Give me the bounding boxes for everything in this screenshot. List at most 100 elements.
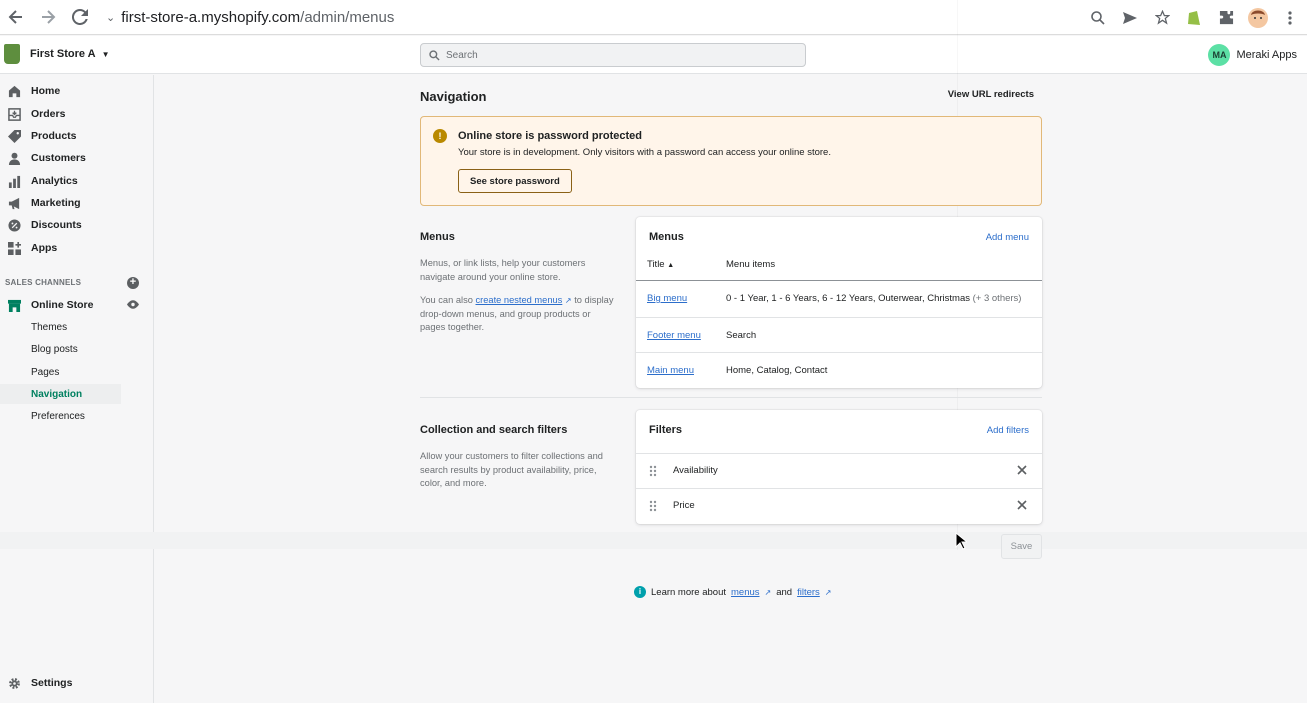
view-url-redirects-button[interactable]: View URL redirects: [948, 89, 1034, 100]
create-nested-menus-link[interactable]: create nested menus: [476, 295, 563, 305]
password-banner: ! Online store is password protected You…: [420, 116, 1042, 206]
sort-up-icon: ▲: [667, 262, 675, 269]
megaphone-icon: [7, 196, 21, 210]
external-link-icon: ↗: [764, 587, 772, 597]
list-item: Availability: [636, 453, 1042, 488]
sales-channels-header: SALES CHANNELS: [5, 278, 82, 287]
store-switcher[interactable]: First Store A ▼: [4, 44, 110, 64]
sidebar-sub-preferences[interactable]: Preferences: [31, 406, 85, 426]
back-icon[interactable]: [0, 1, 32, 33]
menus-card: Menus Add menu Title ▲ Menu items Big me…: [636, 217, 1042, 388]
add-menu-button[interactable]: Add menu: [986, 232, 1029, 243]
sidebar-item-apps[interactable]: Apps: [0, 237, 121, 259]
menus-section-title: Menus: [420, 231, 455, 243]
sidebar-sub-navigation[interactable]: Navigation: [0, 384, 121, 404]
browser-toolbar: ⌄ first-store-a.myshopify.com/admin/menu…: [0, 0, 1307, 35]
menus-card-title: Menus: [649, 231, 684, 243]
main-menu-link[interactable]: Main menu: [647, 365, 694, 376]
bookmark-star-icon[interactable]: [1151, 7, 1173, 29]
filters-section-desc: Allow your customers to filter collectio…: [420, 451, 603, 488]
user-menu[interactable]: MA Meraki Apps: [1208, 44, 1297, 66]
remove-filter-icon[interactable]: [1015, 498, 1029, 512]
search-input[interactable]: Search: [420, 43, 806, 67]
filters-card: Filters Add filters Availability Price: [636, 410, 1042, 524]
sidebar-item-marketing[interactable]: Marketing: [0, 192, 121, 214]
col-items-header: Menu items: [726, 259, 776, 270]
tag-icon: [7, 129, 21, 143]
shopify-extension-icon[interactable]: [1183, 7, 1205, 29]
gear-icon: [7, 676, 21, 690]
avatar: MA: [1208, 44, 1231, 66]
add-filters-button[interactable]: Add filters: [987, 425, 1029, 436]
sidebar: Home Orders Products Customers Analytics…: [0, 75, 154, 703]
person-icon: [7, 151, 21, 165]
sidebar-item-customers[interactable]: Customers: [0, 147, 121, 169]
list-item: Price: [636, 488, 1042, 523]
banner-text: Your store is in development. Only visit…: [458, 147, 831, 158]
warning-icon: !: [433, 129, 447, 143]
extensions-puzzle-icon[interactable]: [1215, 7, 1237, 29]
learn-more: i Learn more about menus ↗ and filters ↗: [634, 586, 831, 598]
shopify-logo-icon: [4, 44, 20, 64]
admin-topbar: First Store A ▼ Search MA Meraki Apps: [0, 36, 1307, 74]
drag-handle-icon[interactable]: [649, 500, 657, 512]
sidebar-item-products[interactable]: Products: [0, 125, 121, 147]
remove-filter-icon[interactable]: [1015, 463, 1029, 477]
sidebar-sub-blog-posts[interactable]: Blog posts: [31, 339, 78, 359]
sidebar-item-orders[interactable]: Orders: [0, 103, 121, 125]
kebab-menu-icon[interactable]: [1279, 7, 1301, 29]
orders-icon: [7, 107, 21, 121]
footer-menu-link[interactable]: Footer menu: [647, 330, 701, 341]
save-button[interactable]: Save: [1001, 534, 1042, 559]
eye-icon[interactable]: [127, 300, 139, 312]
site-info-icon[interactable]: ⌄: [106, 11, 115, 24]
filters-section-title: Collection and search filters: [420, 424, 568, 436]
table-row: Big menu 0 - 1 Year, 1 - 6 Years, 6 - 12…: [647, 293, 1022, 304]
drag-handle-icon[interactable]: [649, 465, 657, 477]
section-divider: [420, 397, 1042, 398]
home-icon: [7, 84, 21, 98]
zoom-icon[interactable]: [1087, 7, 1109, 29]
contextual-save-bar: [0, 532, 1307, 549]
profile-avatar-icon[interactable]: [1247, 7, 1269, 29]
banner-title: Online store is password protected: [458, 130, 642, 142]
page-title: Navigation: [420, 89, 487, 104]
external-link-icon: ↗: [824, 587, 832, 597]
sidebar-item-settings[interactable]: Settings: [0, 672, 121, 694]
big-menu-link[interactable]: Big menu: [647, 293, 687, 304]
filters-card-title: Filters: [649, 424, 683, 436]
sidebar-sub-pages[interactable]: Pages: [31, 362, 59, 382]
store-name: First Store A: [30, 48, 96, 60]
apps-icon: [7, 241, 21, 255]
send-icon[interactable]: [1119, 7, 1141, 29]
filters-help-link[interactable]: filters: [797, 587, 820, 598]
sidebar-item-analytics[interactable]: Analytics: [0, 170, 121, 192]
info-icon: i: [634, 586, 646, 598]
forward-icon[interactable]: [32, 1, 64, 33]
table-row: Main menu Home, Catalog, Contact: [636, 352, 1042, 387]
table-row: Footer menu Search: [636, 317, 1042, 352]
discount-icon: [7, 218, 21, 232]
user-name: Meraki Apps: [1236, 49, 1297, 61]
sidebar-sub-themes[interactable]: Themes: [31, 317, 67, 337]
bar-chart-icon: [7, 174, 21, 188]
store-icon: [7, 298, 21, 312]
menus-help-link[interactable]: menus: [731, 587, 760, 598]
sidebar-item-home[interactable]: Home: [0, 80, 121, 102]
external-link-icon: ↗: [564, 296, 572, 305]
caret-down-icon: ▼: [101, 49, 110, 59]
sidebar-item-online-store[interactable]: Online Store: [0, 294, 121, 316]
menus-section-desc: Menus, or link lists, help your customer…: [420, 258, 586, 282]
search-placeholder: Search: [446, 49, 478, 61]
reload-icon[interactable]: [64, 1, 96, 33]
see-store-password-button[interactable]: See store password: [458, 169, 572, 193]
add-channel-icon[interactable]: +: [127, 277, 139, 289]
filter-name: Availability: [673, 465, 718, 476]
menus-section-desc-2: You can also create nested menus ↗ to di…: [420, 295, 614, 332]
mouse-cursor-icon: [955, 532, 967, 550]
col-title-header[interactable]: Title ▲: [647, 259, 674, 270]
sidebar-item-discounts[interactable]: Discounts: [0, 214, 121, 236]
address-bar[interactable]: ⌄ first-store-a.myshopify.com/admin/menu…: [102, 3, 1152, 31]
search-icon: [429, 49, 440, 61]
filter-name: Price: [673, 500, 695, 511]
